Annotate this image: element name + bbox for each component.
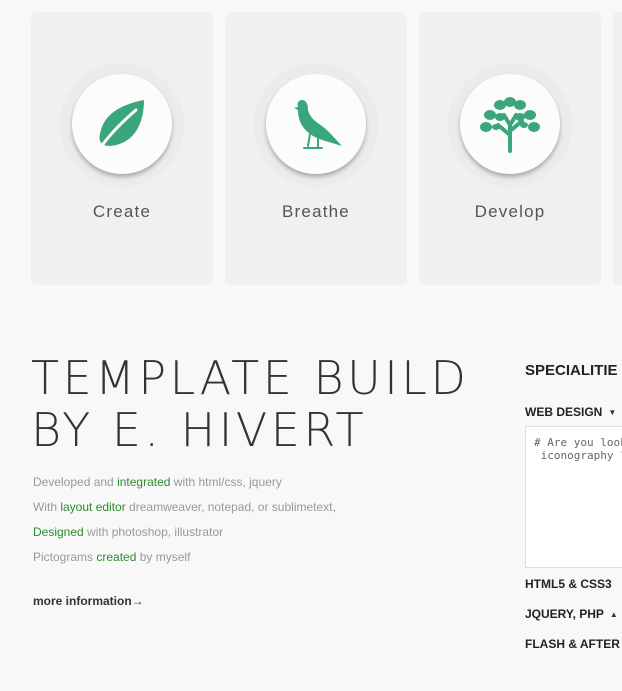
description-line: Pictograms created by myself	[33, 550, 190, 564]
desc-highlight: Designed	[33, 525, 84, 539]
tree-icon	[480, 97, 540, 153]
desc-text: Pictograms	[33, 550, 97, 564]
feature-card-develop[interactable]: Develop	[419, 12, 601, 285]
accordion-html5-css3[interactable]: HTML5 & CSS3	[525, 577, 612, 591]
accordion-jquery-php[interactable]: JQUERY, PHP ▲	[525, 607, 618, 621]
desc-text: by myself	[136, 550, 191, 564]
bird-icon	[294, 100, 342, 149]
caret-up-icon: ▲	[609, 610, 618, 620]
icon-circle[interactable]	[460, 74, 560, 174]
desc-text: Developed and	[33, 475, 118, 489]
caret-down-icon: ▼	[608, 408, 617, 418]
arrow-right-icon: →	[131, 594, 144, 608]
more-link-label: more information	[33, 594, 132, 608]
icon-circle[interactable]	[266, 74, 366, 174]
specialities-title: SPECIALITIE	[525, 362, 618, 379]
description-line: Designed with photoshop, illustrator	[33, 525, 223, 539]
feature-label-create: Create	[92, 202, 152, 221]
leaf-icon	[97, 100, 144, 152]
feature-card-partial[interactable]	[613, 12, 622, 285]
desc-text: with photoshop, illustrator	[83, 525, 224, 539]
accordion-label: JQUERY, PHP	[525, 607, 604, 621]
desc-text: With	[33, 500, 61, 514]
description-line: With layout editor dreamweaver, notepad,…	[33, 500, 336, 514]
desc-highlight: layout editor	[60, 500, 126, 514]
feature-label-breathe: Breathe	[282, 202, 350, 221]
accordion-web-design[interactable]: WEB DESIGN ▼	[525, 405, 616, 419]
feature-label-develop: Develop	[474, 202, 546, 221]
accordion-label: WEB DESIGN	[525, 405, 603, 419]
speciality-code-snippet: # Are you lookir iconography ?	[525, 426, 622, 568]
icon-circle[interactable]	[72, 74, 172, 174]
title-line-1: TEMPLATE BUILD	[31, 351, 470, 405]
desc-highlight: created	[96, 550, 137, 564]
desc-text: with html/css, jquery	[170, 475, 282, 489]
accordion-flash-after[interactable]: FLASH & AFTER	[525, 637, 620, 651]
description-line: Developed and integrated with html/css, …	[33, 475, 282, 489]
title-line-2: BY E. HIVERT	[31, 403, 368, 457]
feature-card-breathe[interactable]: Breathe	[225, 12, 407, 285]
page-title: TEMPLATE BUILD BY E. HIVERT	[31, 352, 469, 456]
accordion-label: HTML5 & CSS3	[525, 577, 612, 591]
accordion-label: FLASH & AFTER	[525, 637, 620, 651]
feature-card-create[interactable]: Create	[31, 12, 213, 285]
more-information-link[interactable]: more information→	[33, 594, 144, 608]
desc-highlight: integrated	[117, 475, 171, 489]
desc-text: dreamweaver, notepad, or sublimetext,	[125, 500, 336, 514]
